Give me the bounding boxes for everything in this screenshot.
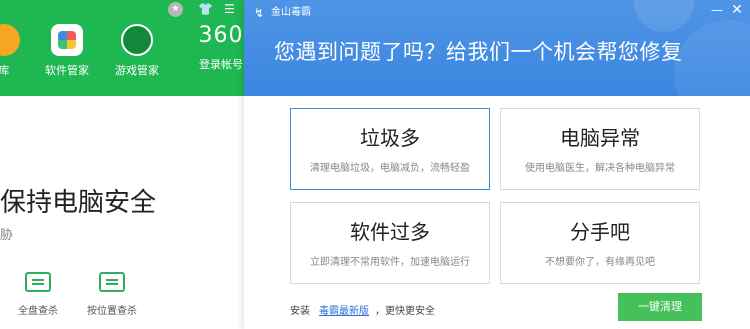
software-manager-icon: [51, 24, 83, 56]
option-title: 垃圾多: [360, 126, 420, 150]
popup-header: ↯ 金山毒霸 — ✕ 您遇到问题了吗？给我们一个机会帮您修复: [244, 0, 750, 96]
star-icon[interactable]: ★: [168, 2, 183, 17]
background-app-header: ★ 👕 ☰ 库 软件管家 游戏管家 360 登录帐号: [0, 0, 250, 96]
popup-headline: 您遇到问题了吗？给我们一个机会帮您修复: [274, 40, 683, 64]
background-topbar: ★ 👕 ☰: [168, 2, 248, 18]
kingsoft-repair-popup: ↯ 金山毒霸 — ✕ 您遇到问题了吗？给我们一个机会帮您修复 垃圾多 清理电脑垃…: [244, 0, 750, 329]
shirt-icon[interactable]: 👕: [198, 2, 213, 16]
footer-suffix-text: ，更快更安全: [375, 306, 435, 317]
footer-install-text: 安装: [290, 306, 310, 317]
option-card-junk[interactable]: 垃圾多 清理电脑垃圾，电脑减负，流畅轻盈: [290, 108, 490, 190]
full-scan-button[interactable]: 全盘查杀: [8, 272, 68, 317]
option-title: 分手吧: [570, 220, 630, 244]
option-title: 电脑异常: [560, 126, 640, 150]
location-scan-button[interactable]: 按位置查杀: [82, 272, 142, 317]
nav-item-login[interactable]: 360 登录帐号: [185, 24, 250, 72]
one-click-clean-button[interactable]: 一键清理: [618, 293, 702, 321]
nav-item-label: 软件管家: [45, 64, 89, 77]
monitor-icon: [25, 272, 51, 292]
menu-icon[interactable]: ☰: [224, 2, 235, 16]
option-card-pc-abnormal[interactable]: 电脑异常 使用电脑医生，解决各种电脑异常: [500, 108, 700, 190]
option-title: 软件过多: [350, 220, 430, 244]
monitor-icon: [99, 272, 125, 292]
kingsoft-logo-icon: ↯: [254, 6, 265, 20]
tool-label: 全盘查杀: [18, 306, 58, 317]
background-page-title: 保持电脑安全: [0, 188, 157, 218]
option-desc: 使用电脑医生，解决各种电脑异常: [525, 163, 675, 174]
nav-item-software-manager[interactable]: 软件管家: [37, 24, 97, 78]
latest-version-link[interactable]: 毒霸最新版: [319, 302, 369, 317]
background-page-subtitle: 胁: [0, 228, 14, 243]
popup-app-name: 金山毒霸: [271, 7, 311, 18]
nav-item-label: 登录帐号: [199, 58, 243, 71]
decor-bubble: [634, 0, 694, 32]
option-desc: 清理电脑垃圾，电脑减负，流畅轻盈: [310, 163, 470, 174]
gamepad-icon: [121, 24, 153, 56]
close-button[interactable]: ✕: [730, 3, 744, 17]
option-card-break-up[interactable]: 分手吧 不想要你了，有缘再见吧: [500, 202, 700, 284]
logo-360: 360: [198, 23, 244, 48]
nav-item-label: 库: [0, 64, 10, 77]
option-card-too-many-software[interactable]: 软件过多 立即清理不常用软件，加速电脑运行: [290, 202, 490, 284]
option-desc: 立即清理不常用软件，加速电脑运行: [310, 257, 470, 268]
nav-item-label: 游戏管家: [115, 64, 159, 77]
nav-item-game-manager[interactable]: 游戏管家: [107, 24, 167, 78]
library-icon: [0, 24, 20, 56]
decor-bubble: [674, 20, 750, 96]
nav-item-library[interactable]: 库: [0, 24, 34, 78]
option-desc: 不想要你了，有缘再见吧: [545, 257, 655, 268]
minimize-button[interactable]: —: [710, 4, 724, 18]
tool-label: 按位置查杀: [87, 306, 137, 317]
